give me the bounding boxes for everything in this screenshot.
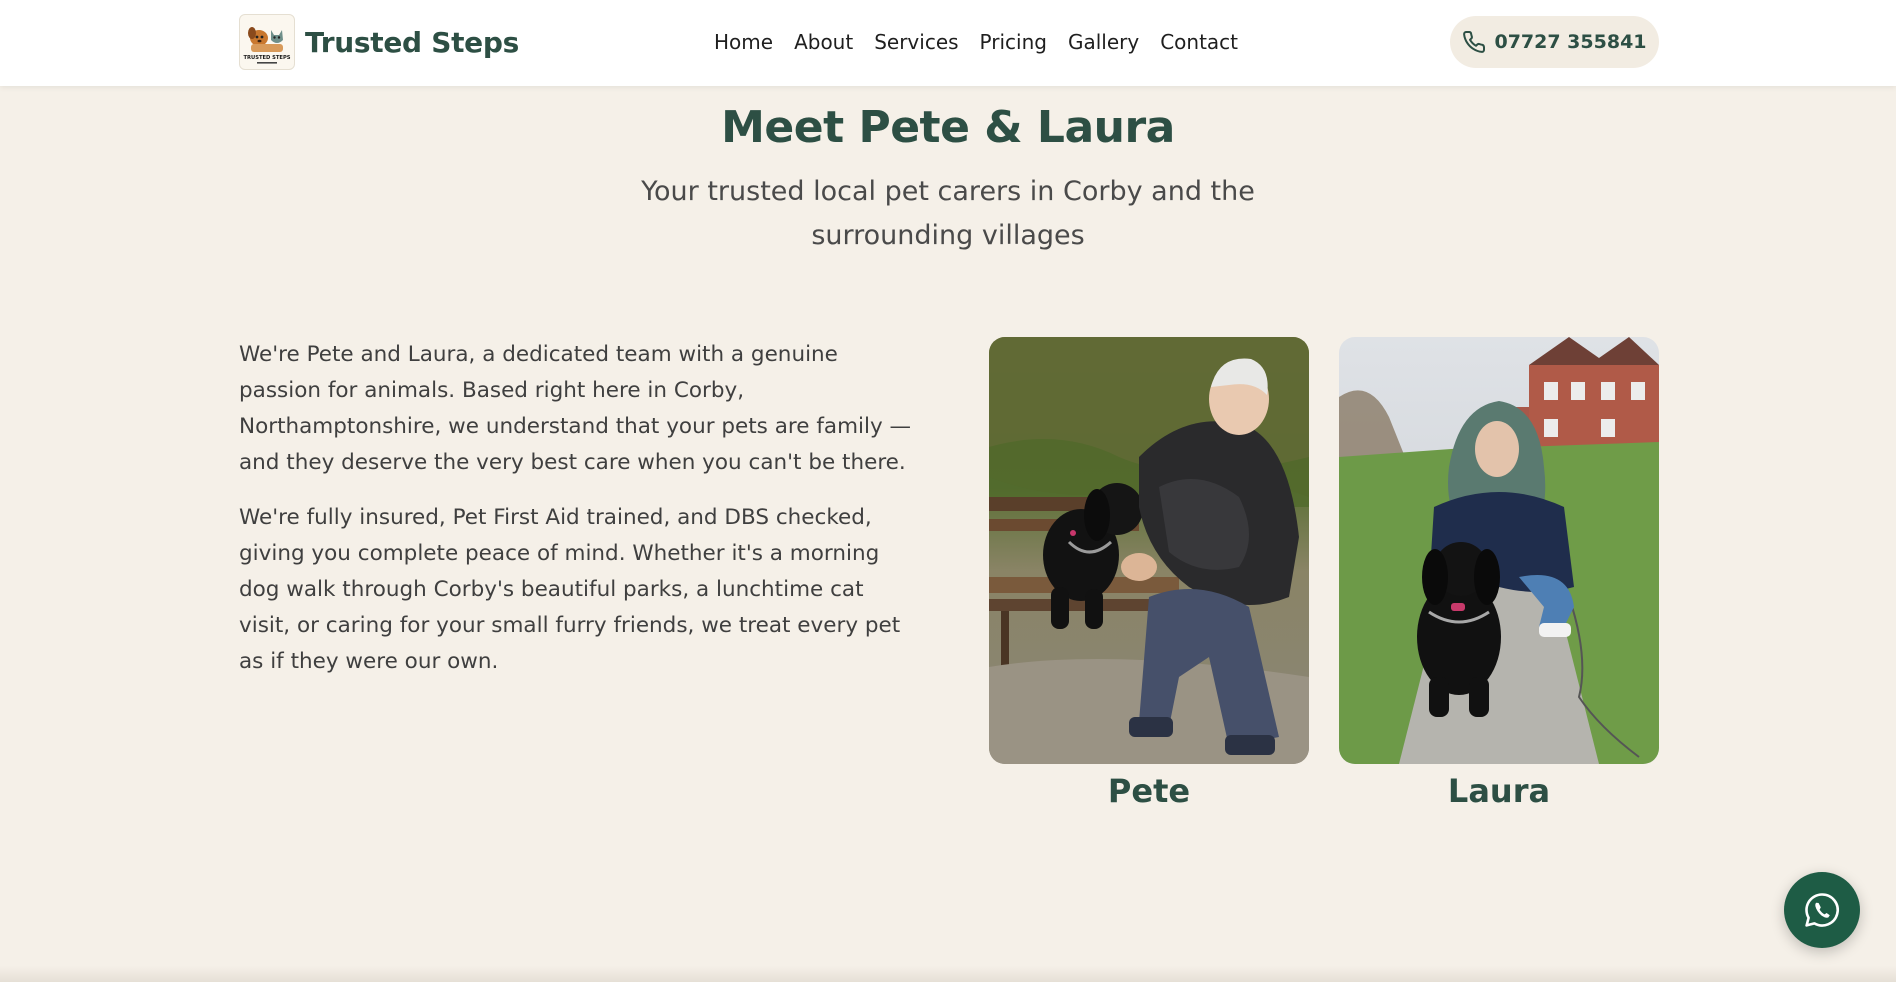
main-nav: Home About Services Pricing Gallery Cont… [714, 28, 1259, 56]
footer-edge [0, 966, 1896, 982]
nav-gallery[interactable]: Gallery [1068, 28, 1139, 56]
phone-button[interactable]: 07727 355841 [1450, 16, 1659, 68]
pete-name: Pete [1107, 772, 1191, 810]
brand-logo: TRUSTED STEPS [239, 14, 295, 70]
profile-card-laura: Laura [1339, 337, 1659, 810]
nav-home[interactable]: Home [714, 28, 773, 56]
laura-name: Laura [1447, 772, 1551, 810]
whatsapp-icon [1805, 893, 1839, 927]
whatsapp-button[interactable] [1784, 872, 1860, 948]
intro-text: We're Pete and Laura, a dedicated team w… [239, 337, 915, 680]
brand-name: Trusted Steps [305, 25, 519, 59]
profile-card-pete: Pete [989, 337, 1309, 810]
nav-services[interactable]: Services [874, 28, 958, 56]
intro-paragraph-2: We're fully insured, Pet First Aid train… [239, 505, 901, 674]
page-title: Meet Pete & Laura [721, 102, 1175, 153]
pete-photo [989, 337, 1309, 764]
brand-link[interactable]: TRUSTED STEPS Trusted Steps [239, 14, 519, 70]
laura-photo [1339, 337, 1659, 764]
nav-pricing[interactable]: Pricing [980, 28, 1047, 56]
svg-text:TRUSTED STEPS: TRUSTED STEPS [243, 55, 290, 61]
nav-about[interactable]: About [794, 28, 853, 56]
site-header: TRUSTED STEPS Trusted Steps Home About S… [0, 0, 1896, 86]
nav-contact[interactable]: Contact [1160, 28, 1238, 56]
phone-number: 07727 355841 [1494, 31, 1647, 53]
intro-paragraph-1: We're Pete and Laura, a dedicated team w… [239, 342, 912, 475]
phone-icon [1463, 30, 1486, 53]
page-subtitle: Your trusted local pet carers in Corby a… [641, 176, 1255, 251]
